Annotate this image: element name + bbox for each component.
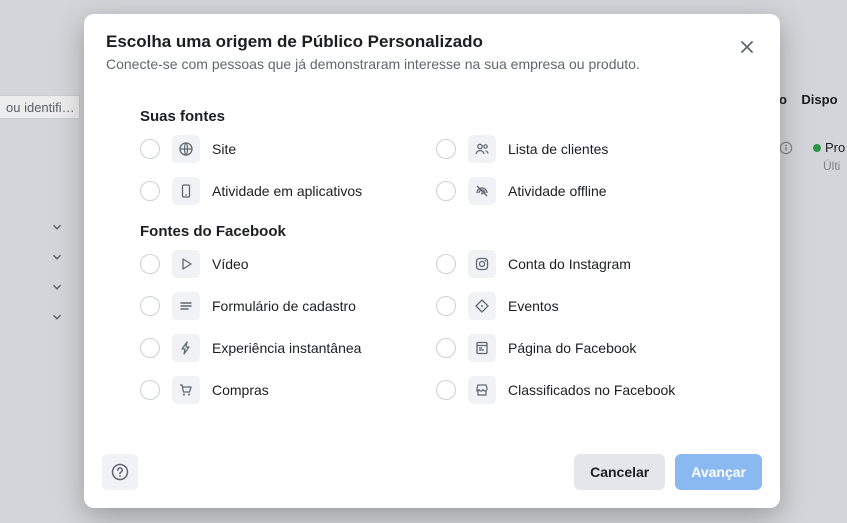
source-lead-form[interactable]: Formulário de cadastro (140, 292, 428, 320)
cart-icon (172, 376, 200, 404)
source-instagram[interactable]: Conta do Instagram (436, 250, 724, 278)
play-icon (172, 250, 200, 278)
globe-icon (172, 135, 200, 163)
source-fb-page[interactable]: Página do Facebook (436, 334, 724, 362)
fb-sources-grid: Vídeo Conta do Instagram Formulário de cad… (140, 250, 724, 404)
option-label: Lista de clientes (508, 141, 608, 157)
modal-subtitle: Conecte-se com pessoas que já demonstrar… (106, 56, 758, 72)
page-icon (468, 334, 496, 362)
source-customer-list[interactable]: Lista de clientes (436, 135, 724, 163)
option-label: Formulário de cadastro (212, 298, 356, 314)
modal-title: Escolha uma origem de Público Personaliz… (106, 32, 758, 52)
option-label: Atividade em aplicativos (212, 183, 362, 199)
close-button[interactable] (732, 32, 762, 62)
source-instant-exp[interactable]: Experiência instantânea (140, 334, 428, 362)
option-label: Vídeo (212, 256, 249, 272)
help-icon (111, 463, 129, 481)
heading-fb-sources: Fontes do Facebook (140, 223, 724, 240)
radio-indicator[interactable] (140, 139, 160, 159)
source-app-activity[interactable]: Atividade em aplicativos (140, 177, 428, 205)
radio-indicator[interactable] (436, 296, 456, 316)
next-button[interactable]: Avançar (675, 454, 762, 490)
help-button[interactable] (102, 454, 138, 490)
modal-header: Escolha uma origem de Público Personaliz… (84, 14, 780, 80)
option-label: Atividade offline (508, 183, 607, 199)
option-label: Classificados no Facebook (508, 382, 675, 398)
your-sources-grid: Site Lista de clientes Atividade em aplica… (140, 135, 724, 205)
heading-your-sources: Suas fontes (140, 108, 724, 125)
form-icon (172, 292, 200, 320)
radio-indicator[interactable] (436, 181, 456, 201)
radio-indicator[interactable] (140, 296, 160, 316)
offline-icon (468, 177, 496, 205)
people-icon (468, 135, 496, 163)
radio-indicator[interactable] (140, 338, 160, 358)
source-events[interactable]: Eventos (436, 292, 724, 320)
bolt-icon (172, 334, 200, 362)
option-label: Conta do Instagram (508, 256, 631, 272)
option-label: Site (212, 141, 236, 157)
instagram-icon (468, 250, 496, 278)
source-site[interactable]: Site (140, 135, 428, 163)
source-marketplace[interactable]: Classificados no Facebook (436, 376, 724, 404)
radio-indicator[interactable] (436, 254, 456, 274)
radio-indicator[interactable] (436, 380, 456, 400)
marketplace-icon (468, 376, 496, 404)
option-label: Compras (212, 382, 269, 398)
radio-indicator[interactable] (436, 338, 456, 358)
radio-indicator[interactable] (140, 181, 160, 201)
mobile-icon (172, 177, 200, 205)
close-icon (738, 38, 756, 56)
cancel-button[interactable]: Cancelar (574, 454, 665, 490)
source-video[interactable]: Vídeo (140, 250, 428, 278)
radio-indicator[interactable] (140, 380, 160, 400)
tag-icon (468, 292, 496, 320)
modal-body: Suas fontes Site Lista de clientes Ativida… (84, 80, 780, 440)
option-label: Eventos (508, 298, 559, 314)
custom-audience-source-modal: Escolha uma origem de Público Personaliz… (84, 14, 780, 508)
radio-indicator[interactable] (436, 139, 456, 159)
option-label: Experiência instantânea (212, 340, 361, 356)
source-shopping[interactable]: Compras (140, 376, 428, 404)
modal-footer: Cancelar Avançar (84, 440, 780, 508)
source-offline-activity[interactable]: Atividade offline (436, 177, 724, 205)
option-label: Página do Facebook (508, 340, 636, 356)
radio-indicator[interactable] (140, 254, 160, 274)
